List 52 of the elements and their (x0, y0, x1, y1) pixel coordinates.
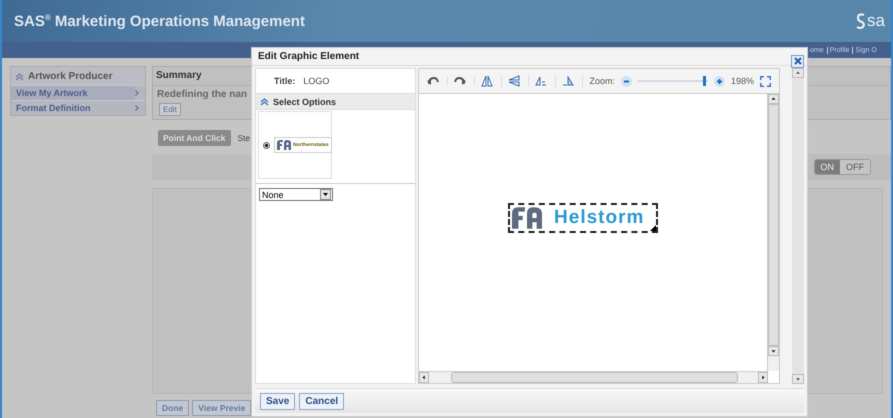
select-dropdown[interactable]: None (259, 188, 333, 201)
dialog-title: Edit Graphic Element (258, 51, 360, 62)
chevron-right-icon (135, 105, 139, 111)
scroll-up-icon[interactable] (792, 68, 804, 78)
title-value: LOGO (303, 76, 330, 86)
swirl-icon (856, 13, 866, 29)
logo-element[interactable]: Helstorm (508, 202, 658, 232)
fit-to-screen-icon[interactable] (760, 76, 771, 86)
scroll-down-icon[interactable] (792, 374, 804, 384)
radio-button[interactable] (263, 142, 270, 148)
zoom-label: Zoom: (589, 76, 615, 86)
zoom-slider-thumb[interactable] (703, 76, 706, 86)
vertical-scrollbar[interactable] (767, 94, 779, 371)
dialog-scrollbar[interactable] (792, 68, 804, 384)
resize-handle-icon[interactable] (650, 224, 656, 230)
scroll-down-icon[interactable] (768, 346, 779, 356)
close-button[interactable] (791, 54, 804, 68)
logo-text: Helstorm (554, 206, 644, 228)
flip-horizontal-icon[interactable] (481, 75, 502, 87)
zoom-reading: 198% (730, 76, 754, 86)
logo-text: sa (867, 11, 885, 31)
undo-icon[interactable] (427, 76, 448, 86)
redo-icon[interactable] (454, 76, 476, 86)
fa-mark-icon (277, 140, 291, 150)
fa-mark-icon (512, 206, 542, 228)
mode-tab[interactable]: Point And Click (158, 130, 230, 146)
sidebar-item[interactable]: View My Artwork (11, 86, 135, 100)
scroll-right-icon[interactable] (758, 372, 768, 383)
zoom-out-icon[interactable] (620, 76, 632, 86)
title-label: Title: (274, 76, 296, 86)
summary-text: Redefining the nan (156, 88, 248, 102)
scroll-left-icon[interactable] (419, 372, 430, 383)
toggle-option[interactable]: OFF (840, 160, 870, 174)
options-heading: Select Options (273, 96, 336, 106)
sidebar-title: Artwork Producer (28, 70, 112, 82)
toggle-option[interactable]: ON (814, 160, 840, 174)
edit-button[interactable]: Edit (159, 103, 181, 116)
rotate-left-icon[interactable] (535, 75, 556, 87)
flip-vertical-icon[interactable] (508, 75, 530, 87)
mode-tab[interactable]: Ste (232, 130, 256, 146)
collapse-icon[interactable] (260, 97, 269, 106)
horizontal-scrollbar[interactable] (419, 371, 768, 383)
close-icon (794, 57, 802, 65)
rotate-right-icon[interactable] (562, 75, 584, 87)
scroll-up-icon[interactable] (768, 94, 779, 104)
chevron-right-icon (135, 90, 139, 96)
footer-button[interactable]: Done (156, 400, 190, 416)
app-title: SAS$^{®}$ Marketing Operations Management (14, 12, 305, 30)
dialog-button[interactable]: Cancel (299, 392, 344, 410)
dialog-button[interactable]: Save (260, 392, 296, 410)
zoom-in-icon[interactable] (714, 76, 725, 86)
footer-button[interactable]: View Previe (192, 400, 252, 416)
